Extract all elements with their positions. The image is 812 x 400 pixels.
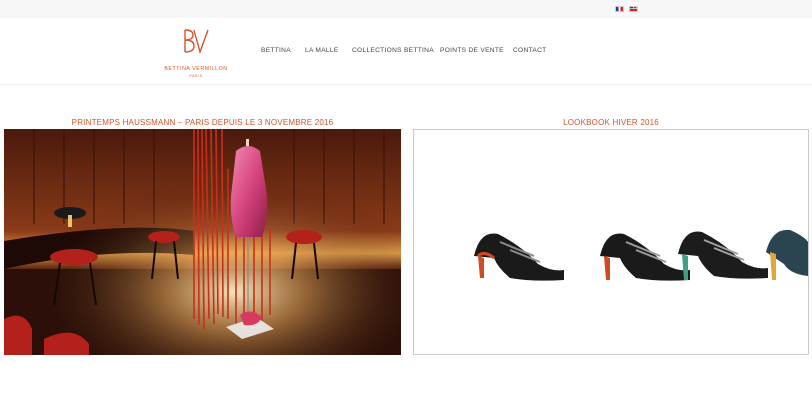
site-header: BETTINA VERMILLON PARIS BETTINA LA MALLE…: [0, 18, 812, 85]
brand-city: PARIS: [189, 74, 203, 78]
nav-item-la-malle[interactable]: LA MALLE: [305, 47, 339, 54]
nav-item-contact[interactable]: CONTACT: [513, 47, 546, 54]
nav-item-points-de-vente[interactable]: POINTS DE VENTE: [440, 47, 504, 54]
language-bar: [0, 0, 812, 18]
language-switcher: [615, 6, 638, 12]
flag-france-icon[interactable]: [615, 6, 624, 12]
bv-monogram-icon: [184, 29, 209, 55]
flag-uk-icon[interactable]: [629, 6, 638, 12]
nav-item-collections[interactable]: COLLECTIONS BETTINA: [352, 47, 434, 54]
shoe-lookbook-photo[interactable]: [413, 129, 809, 355]
brand-logo[interactable]: BETTINA VERMILLON PARIS: [158, 26, 234, 82]
feature-title-lookbook[interactable]: LOOKBOOK HIVER 2016: [413, 118, 809, 127]
store-display-photo[interactable]: [4, 129, 401, 355]
nav-item-bettina[interactable]: BETTINA: [261, 47, 291, 54]
brand-name: BETTINA VERMILLON: [164, 66, 228, 72]
feature-title-printemps[interactable]: PRINTEMPS HAUSSMANN – PARIS DEPUIS LE 3 …: [4, 118, 401, 127]
